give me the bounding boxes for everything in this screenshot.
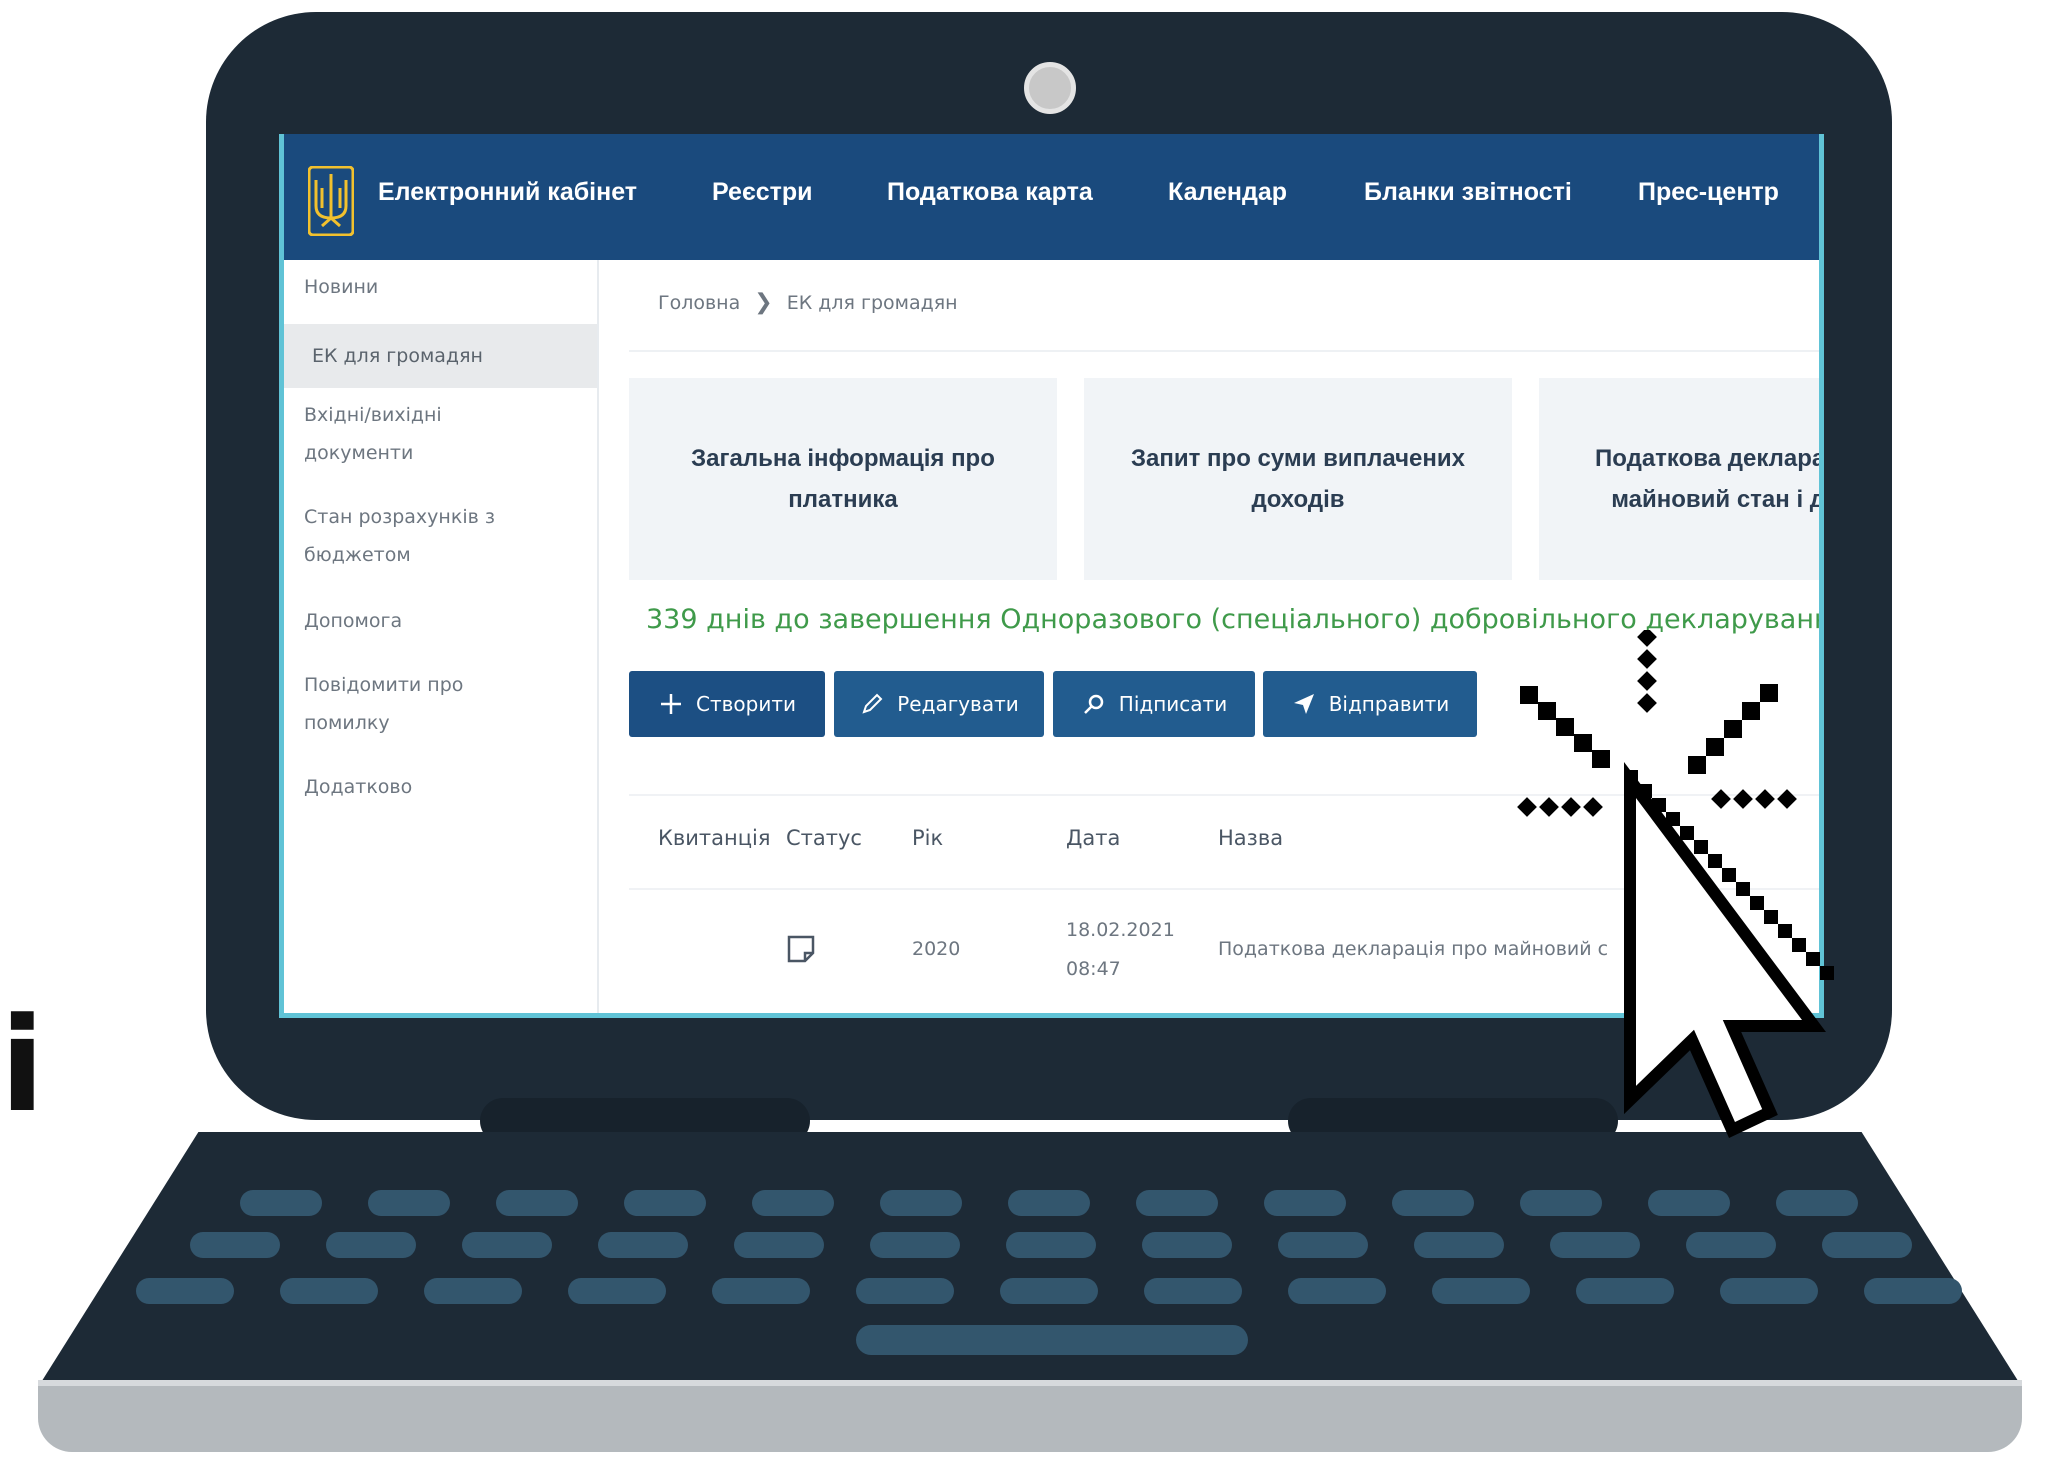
create-label: Створити [696, 692, 796, 716]
card-income-request[interactable]: Запит про суми виплачених доходів [1084, 378, 1512, 580]
nav-press-center[interactable]: Прес-центр [1638, 178, 1779, 207]
column-header-receipt[interactable]: Квитанція [658, 826, 771, 850]
key [190, 1232, 280, 1258]
key [1136, 1190, 1218, 1216]
plus-icon [658, 691, 684, 717]
nav-registries[interactable]: Реєстри [712, 178, 813, 207]
card-line: майновий стан і д [1611, 486, 1824, 513]
send-button[interactable]: Відправити [1263, 671, 1477, 737]
breadcrumb-home[interactable]: Головна [658, 292, 740, 314]
card-payer-info[interactable]: Загальна інформація про платника [629, 378, 1057, 580]
nav-tax-map[interactable]: Податкова карта [887, 178, 1093, 207]
sign-button[interactable]: Підписати [1053, 671, 1255, 737]
key [1278, 1232, 1368, 1258]
key [1264, 1190, 1346, 1216]
laptop-base-rim [38, 1380, 2022, 1452]
row-year: 2020 [912, 938, 961, 960]
key [734, 1232, 824, 1258]
key [624, 1190, 706, 1216]
key [1432, 1278, 1530, 1304]
key [1686, 1232, 1776, 1258]
row-date: 18.02.2021 [1066, 919, 1175, 941]
key [1550, 1232, 1640, 1258]
key [1520, 1190, 1602, 1216]
divider [629, 350, 1819, 352]
key [870, 1232, 960, 1258]
card-line: платника [788, 486, 898, 513]
cabinet-brand-link[interactable]: Електронний кабінет [378, 178, 637, 207]
card-line: Запит про суми виплачених [1131, 445, 1465, 472]
key [856, 1278, 954, 1304]
card-line: доходів [1251, 486, 1345, 513]
sidebar-item-documents[interactable]: Вхідні/вихідні документи [284, 396, 514, 472]
create-button[interactable]: Створити [629, 671, 825, 737]
webcam [1024, 62, 1076, 114]
key [496, 1190, 578, 1216]
key [1414, 1232, 1504, 1258]
spacebar [856, 1325, 1248, 1355]
key [568, 1278, 666, 1304]
key [1864, 1278, 1962, 1304]
key [598, 1232, 688, 1258]
send-label: Відправити [1328, 692, 1450, 716]
side-letter: i [0, 989, 45, 1141]
sidebar-item-citizens[interactable]: ЕК для громадян [284, 324, 597, 388]
declaration-countdown: 339 днів до завершення Одноразового (спе… [646, 604, 1824, 635]
key [462, 1232, 552, 1258]
top-navigation-bar: Електронний кабінет Реєстри Податкова ка… [284, 134, 1819, 260]
column-header-status[interactable]: Статус [786, 826, 862, 850]
sidebar: Новини ЕК для громадян Вхідні/вихідні до… [284, 260, 599, 1013]
key [368, 1190, 450, 1216]
breadcrumb-current: ЕК для громадян [786, 292, 958, 314]
sidebar-item-budget-settlements[interactable]: Стан розрахунків з бюджетом [284, 498, 544, 574]
pencil-icon [859, 691, 885, 717]
column-header-date[interactable]: Дата [1066, 826, 1120, 850]
chevron-right-icon: ❯ [754, 290, 773, 315]
sidebar-item-report-error[interactable]: Повідомити про помилку [284, 666, 514, 742]
sidebar-item-help[interactable]: Допомога [284, 602, 597, 640]
nav-calendar[interactable]: Календар [1168, 178, 1287, 207]
key [1648, 1190, 1730, 1216]
column-header-year[interactable]: Рік [912, 826, 943, 850]
card-line: Податкова деклара [1595, 445, 1824, 472]
key [1144, 1278, 1242, 1304]
send-icon [1291, 691, 1317, 717]
edit-button[interactable]: Редагувати [834, 671, 1044, 737]
key [1392, 1190, 1474, 1216]
note-icon [786, 934, 816, 969]
key [1006, 1232, 1096, 1258]
row-time: 08:47 [1066, 958, 1121, 980]
column-header-name[interactable]: Назва [1218, 826, 1283, 850]
key [1142, 1232, 1232, 1258]
key [1008, 1190, 1090, 1216]
key [326, 1232, 416, 1258]
sidebar-item-news[interactable]: Новини [284, 268, 597, 306]
row-name[interactable]: Податкова декларація про майновий с [1218, 938, 1608, 960]
edit-label: Редагувати [897, 692, 1019, 716]
key [1720, 1278, 1818, 1304]
nav-report-forms[interactable]: Бланки звітності [1364, 178, 1572, 207]
laptop-screen: Електронний кабінет Реєстри Податкова ка… [279, 134, 1824, 1018]
breadcrumb: Головна ❯ ЕК для громадян [658, 290, 958, 315]
key [240, 1190, 322, 1216]
key [424, 1278, 522, 1304]
card-line: Загальна інформація про [691, 445, 995, 472]
trident-logo-icon[interactable] [308, 166, 354, 236]
card-tax-declaration[interactable]: Податкова деклара майновий стан і д [1539, 378, 1824, 580]
key [752, 1190, 834, 1216]
key [1576, 1278, 1674, 1304]
sign-label: Підписати [1118, 692, 1228, 716]
key [712, 1278, 810, 1304]
key [1288, 1278, 1386, 1304]
sidebar-item-additional[interactable]: Додатково [284, 768, 597, 806]
search-icon [1081, 691, 1107, 717]
key [1000, 1278, 1098, 1304]
key [136, 1278, 234, 1304]
key [880, 1190, 962, 1216]
key [1776, 1190, 1858, 1216]
divider [629, 888, 1819, 890]
key [280, 1278, 378, 1304]
key [1822, 1232, 1912, 1258]
divider [629, 794, 1819, 796]
